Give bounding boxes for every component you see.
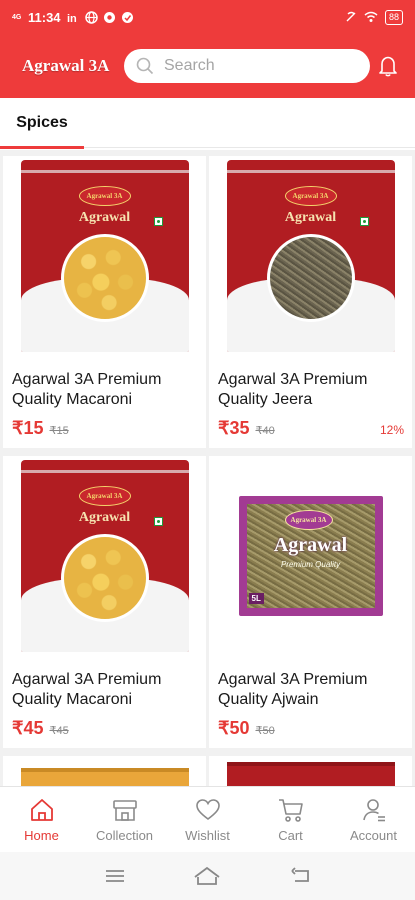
bottom-navigation: Home Collection Wishlist Cart Account	[0, 786, 415, 852]
store-icon	[112, 800, 137, 821]
system-navigation	[0, 852, 415, 900]
heart-icon	[195, 799, 220, 821]
packet-weight: 5L	[248, 593, 264, 604]
svg-text:in: in	[67, 13, 77, 24]
nav-account[interactable]: Account	[332, 787, 415, 852]
packet-brand: Agrawal	[78, 210, 131, 225]
packet-brand: Agrawal	[284, 210, 337, 225]
product-price: ₹50	[218, 718, 250, 738]
nav-label: Wishlist	[185, 828, 230, 843]
app-icon	[121, 11, 133, 23]
product-image: Agrawal 3A Agrawal	[209, 156, 412, 356]
product-price: ₹45	[12, 718, 44, 738]
macaroni-pouch-image: Agrawal 3A Agrawal	[20, 160, 189, 352]
product-card[interactable]: Agrawal 3A Agrawal Agarwal 3A Premium Qu…	[3, 156, 206, 448]
chrome-icon	[103, 11, 115, 23]
product-mrp: ₹45	[49, 725, 69, 737]
product-price: ₹35	[218, 418, 250, 438]
status-time: 11:34	[28, 9, 61, 25]
product-image	[21, 768, 189, 786]
home-icon	[30, 799, 53, 821]
nav-label: Cart	[278, 828, 303, 843]
tab-spices[interactable]: Spices	[0, 98, 84, 149]
product-name: Agarwal 3A Premium Quality Macaroni	[12, 671, 162, 708]
linkedin-icon: in	[67, 13, 77, 24]
packet-logo: Agrawal 3A	[284, 186, 337, 206]
price-row: ₹15 ₹15	[12, 418, 198, 439]
category-tabs: Spices	[0, 98, 415, 149]
network-label: 4G	[12, 13, 22, 21]
price-row: ₹35 ₹40 12%	[218, 418, 404, 439]
tab-label: Spices	[16, 114, 68, 131]
nav-collection[interactable]: Collection	[83, 787, 166, 852]
product-card[interactable]	[209, 756, 412, 786]
packet-brand: Agrawal	[78, 510, 131, 525]
battery-indicator: 88	[384, 9, 403, 25]
veg-mark-icon	[153, 517, 163, 526]
status-bar: 4G 11:34 in 88	[0, 0, 415, 34]
packet-subtitle: Premium Quality	[280, 560, 341, 569]
product-name: Agarwal 3A Premium Quality Ajwain	[218, 671, 368, 708]
home-system-icon[interactable]	[192, 865, 222, 887]
status-right: 88	[345, 9, 403, 25]
nav-cart[interactable]: Cart	[249, 787, 332, 852]
packet-brand: Agrawal	[273, 534, 348, 556]
product-image	[227, 762, 395, 786]
product-image: Agrawal 3A Agrawal	[3, 456, 206, 656]
nav-wishlist[interactable]: Wishlist	[166, 787, 249, 852]
discount-badge: 12%	[379, 423, 404, 437]
active-tab-indicator	[0, 146, 84, 149]
product-card[interactable]: Agrawal 3A Agrawal Agarwal 3A Premium Qu…	[3, 456, 206, 748]
product-mrp: ₹40	[255, 425, 275, 437]
cart-icon	[278, 799, 303, 822]
top-bar: Agrawal 3A	[0, 34, 415, 98]
search-input[interactable]	[164, 57, 344, 75]
nav-label: Account	[350, 828, 397, 843]
status-left: 4G 11:34 in	[12, 10, 134, 25]
veg-mark-icon	[153, 217, 163, 226]
jeera-pouch-image: Agrawal 3A Agrawal	[226, 160, 395, 352]
product-price: ₹15	[12, 418, 44, 438]
product-grid: Agrawal 3A Agrawal Agarwal 3A Premium Qu…	[0, 150, 415, 786]
ajwain-packet-image: Agrawal 3A Agrawal Premium Quality 5L	[238, 496, 383, 616]
menu-icon[interactable]	[103, 866, 127, 886]
nav-home[interactable]: Home	[0, 787, 83, 852]
product-mrp: ₹15	[49, 425, 69, 437]
macaroni-pouch-image: Agrawal 3A Agrawal	[20, 460, 189, 652]
search-bar[interactable]	[124, 49, 370, 83]
nav-label: Collection	[95, 828, 154, 843]
product-card[interactable]	[3, 756, 206, 786]
price-row: ₹45 ₹45	[12, 718, 198, 739]
account-icon	[362, 799, 385, 822]
product-image: Agrawal 3A Agrawal	[3, 156, 206, 356]
product-card[interactable]: Agrawal 3A Agrawal Premium Quality 5L Ag…	[209, 456, 412, 748]
nav-label: Home	[24, 828, 59, 843]
bell-icon	[379, 56, 397, 77]
veg-mark-icon	[359, 217, 369, 226]
wifi-icon	[364, 11, 378, 22]
packet-logo: Agrawal 3A	[284, 510, 333, 530]
packet-logo: Agrawal 3A	[78, 186, 131, 206]
globe-icon	[84, 10, 98, 24]
alarm-icon	[346, 11, 356, 22]
product-name: Agarwal 3A Premium Quality Jeera	[218, 371, 368, 408]
notification-icons: in	[67, 10, 134, 24]
product-mrp: ₹50	[255, 725, 275, 737]
search-icon	[136, 57, 154, 75]
packet-logo: Agrawal 3A	[78, 486, 131, 506]
brand-logo[interactable]: Agrawal 3A	[22, 56, 114, 76]
back-icon[interactable]	[288, 866, 312, 886]
product-card[interactable]: Agrawal 3A Agrawal Agarwal 3A Premium Qu…	[209, 156, 412, 448]
app-header: 4G 11:34 in 88 Agrawal 3A	[0, 0, 415, 98]
notification-button[interactable]	[377, 54, 399, 78]
product-name: Agarwal 3A Premium Quality Macaroni	[12, 371, 162, 408]
price-row: ₹50 ₹50	[218, 718, 404, 739]
product-image: Agrawal 3A Agrawal Premium Quality 5L	[209, 456, 412, 656]
